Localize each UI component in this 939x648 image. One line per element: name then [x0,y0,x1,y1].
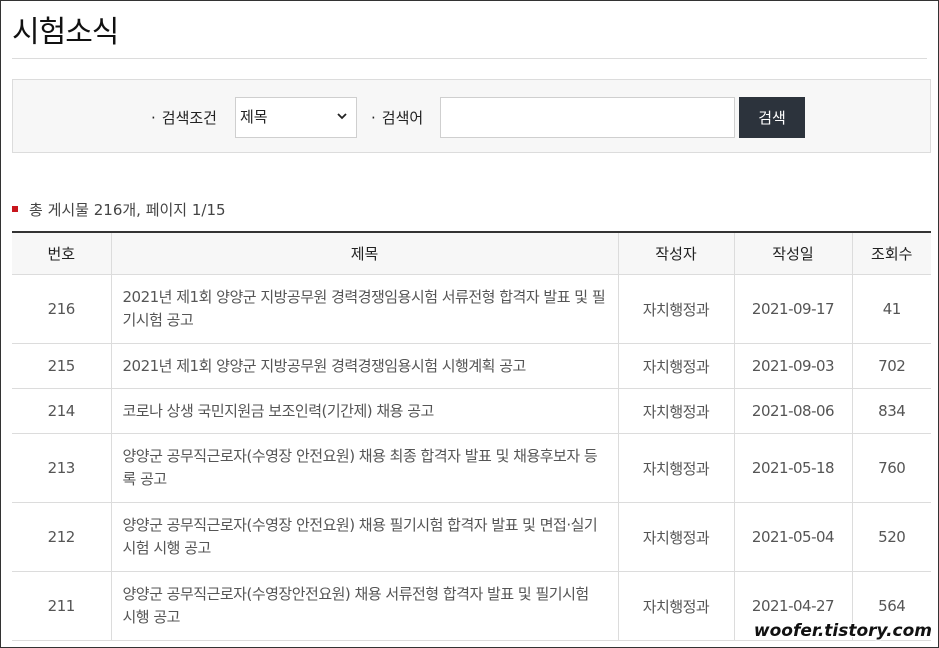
row-title-link[interactable]: 2021년 제1회 양양군 지방공무원 경력경쟁임용시험 서류전형 합격자 발표… [110,274,618,344]
header-views: 조회수 [851,232,931,275]
page-title: 시험소식 [12,15,119,50]
search-panel: · 검색조건 제목 · 검색어 검색 [12,79,931,153]
row-title-link[interactable]: 양양군 공무직근로자(수영장 안전요원) 채용 최종 합격자 발표 및 채용후보… [110,433,618,503]
row-number: 212 [12,502,111,572]
table-row[interactable]: 214 코로나 상생 국민지원금 보조인력(기간제) 채용 공고 자치행정과 2… [12,388,931,434]
row-number: 216 [12,274,111,344]
row-views: 41 [851,274,931,344]
search-condition-label: · 검색조건 [151,109,217,127]
post-count: 총 게시물 216개, 페이지 1/15 [12,199,226,220]
row-number: 214 [12,388,111,434]
row-author: 자치행정과 [617,274,734,344]
header-date: 작성일 [733,232,852,275]
header-title: 제목 [110,232,618,275]
board-table: 번호 제목 작성자 작성일 조회수 216 2021년 제1회 양양군 지방공무… [12,231,931,641]
search-keyword-input[interactable] [440,97,735,138]
row-title-link[interactable]: 양양군 공무직근로자(수영장안전요원) 채용 서류전형 합격자 발표 및 필기시… [110,571,618,641]
table-row[interactable]: 212 양양군 공무직근로자(수영장 안전요원) 채용 필기시험 합격자 발표 … [12,502,931,572]
row-author: 자치행정과 [617,433,734,503]
row-views: 520 [851,502,931,572]
table-row[interactable]: 213 양양군 공무직근로자(수영장 안전요원) 채용 최종 합격자 발표 및 … [12,433,931,503]
row-author: 자치행정과 [617,502,734,572]
row-title-link[interactable]: 코로나 상생 국민지원금 보조인력(기간제) 채용 공고 [110,388,618,434]
row-number: 213 [12,433,111,503]
row-title-link[interactable]: 2021년 제1회 양양군 지방공무원 경력경쟁임용시험 시행계획 공고 [110,343,618,389]
row-date: 2021-05-18 [733,433,852,503]
search-condition-value: 제목 [240,108,268,126]
row-views: 834 [851,388,931,434]
row-date: 2021-09-03 [733,343,852,389]
row-views: 760 [851,433,931,503]
row-views: 702 [851,343,931,389]
table-row[interactable]: 215 2021년 제1회 양양군 지방공무원 경력경쟁임용시험 시행계획 공고… [12,343,931,389]
watermark: woofer.tistory.com [753,621,932,641]
title-divider [12,58,927,59]
header-number: 번호 [12,232,111,275]
row-author: 자치행정과 [617,571,734,641]
row-author: 자치행정과 [617,343,734,389]
table-row[interactable]: 216 2021년 제1회 양양군 지방공무원 경력경쟁임용시험 서류전형 합격… [12,274,931,344]
bullet-square-icon [12,205,18,212]
row-title-link[interactable]: 양양군 공무직근로자(수영장 안전요원) 채용 필기시험 합격자 발표 및 면접… [110,502,618,572]
search-keyword-label: · 검색어 [371,109,424,127]
row-date: 2021-08-06 [733,388,852,434]
row-author: 자치행정과 [617,388,734,434]
post-count-text: 총 게시물 216개, 페이지 1/15 [29,201,226,219]
search-button[interactable]: 검색 [739,97,805,138]
table-header-row: 번호 제목 작성자 작성일 조회수 [12,232,931,275]
row-date: 2021-05-04 [733,502,852,572]
row-number: 215 [12,343,111,389]
row-number: 211 [12,571,111,641]
chevron-down-icon [337,113,347,120]
search-condition-select[interactable]: 제목 [235,97,357,138]
header-author: 작성자 [617,232,734,275]
row-date: 2021-09-17 [733,274,852,344]
